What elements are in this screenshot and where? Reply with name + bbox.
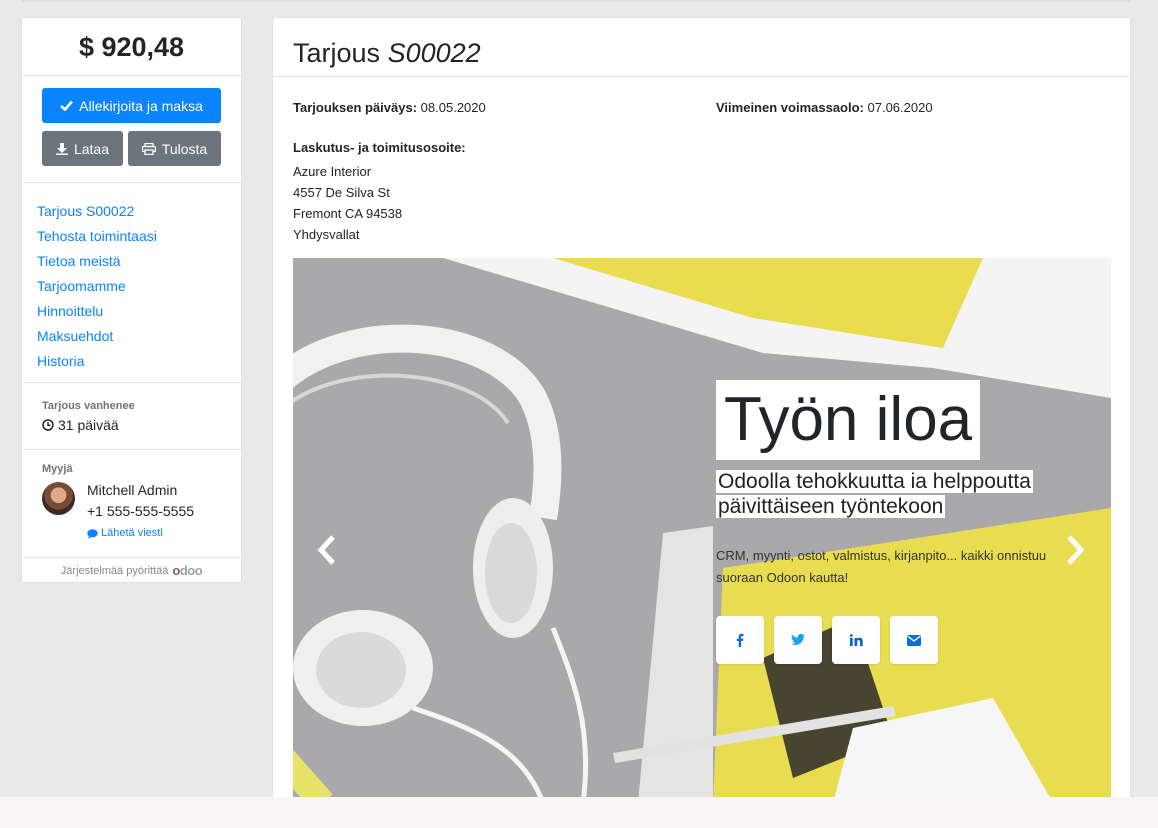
hero-title: Työn iloa bbox=[716, 380, 981, 460]
nav-item-boost[interactable]: Tehosta toimintaasi bbox=[37, 224, 226, 249]
nav-item-pricing[interactable]: Hinnoittelu bbox=[37, 299, 226, 324]
hero-subtitle-text: Odoolla tehokkuutta ia helppoutta päivit… bbox=[716, 470, 1033, 518]
quote-date: Tarjouksen päiväys: 08.05.2020 bbox=[293, 100, 486, 115]
powered-by: Järjestelmää pyörittää odoo bbox=[22, 558, 241, 578]
carousel-next-icon[interactable] bbox=[1061, 534, 1087, 571]
powered-by-text: Järjestelmää pyörittää bbox=[60, 564, 169, 577]
address-line: 4557 De Silva St bbox=[293, 185, 390, 200]
address-line: Yhdysvallat bbox=[293, 227, 360, 242]
download-label: Lataa bbox=[73, 140, 110, 157]
quote-date-value: 08.05.2020 bbox=[420, 100, 486, 115]
expiry-value: 31 päivää bbox=[58, 417, 119, 433]
print-button[interactable]: Tulosta bbox=[128, 131, 221, 166]
send-message-label: Lähetä viesti bbox=[101, 527, 163, 539]
quote-expiry: Viimeinen voimassaolo: 07.06.2020 bbox=[716, 100, 933, 115]
hero-background-image bbox=[293, 258, 1111, 803]
address-line: Fremont CA 94538 bbox=[293, 206, 403, 221]
sign-and-pay-label: Allekirjoita ja maksa bbox=[79, 97, 203, 114]
sidebar: $ 920,48 Allekirjoita ja maksa Lataa Tul… bbox=[21, 17, 242, 583]
quote-date-label: Tarjouksen päiväys: bbox=[293, 100, 418, 115]
action-buttons: Allekirjoita ja maksa Lataa Tulosta bbox=[22, 76, 241, 183]
clock-icon bbox=[42, 419, 54, 431]
comment-icon bbox=[87, 528, 98, 539]
quote-expiry-value: 07.06.2020 bbox=[867, 100, 933, 115]
hero-subtitle: Odoolla tehokkuutta ia helppoutta päivit… bbox=[716, 469, 1054, 519]
sign-and-pay-button[interactable]: Allekirjoita ja maksa bbox=[42, 88, 221, 123]
print-icon bbox=[141, 142, 156, 155]
download-icon bbox=[55, 142, 68, 155]
billing-address: Laskutus- ja toimitusosoite: Azure Inter… bbox=[293, 137, 466, 245]
nav-item-about[interactable]: Tietoa meistä bbox=[37, 249, 226, 274]
carousel-prev-icon[interactable] bbox=[315, 534, 341, 571]
download-button[interactable]: Lataa bbox=[42, 131, 123, 166]
seller-label: Myyjä bbox=[42, 463, 73, 475]
main-panel: Tarjous S00022 Tarjouksen päiväys: 08.05… bbox=[272, 17, 1131, 817]
hero-text: CRM, myynti, ostot, valmistus, kirjanpit… bbox=[716, 548, 1047, 585]
linkedin-icon[interactable] bbox=[832, 616, 880, 664]
facebook-icon[interactable] bbox=[716, 616, 764, 664]
quote-expiry-label: Viimeinen voimassaolo: bbox=[716, 100, 864, 115]
seller-name: Mitchell Admin bbox=[87, 482, 178, 498]
address-line: Azure Interior bbox=[293, 164, 372, 179]
seller-section: Myyjä Mitchell Admin +1 555-555-5555 Läh… bbox=[22, 450, 241, 558]
total-amount: $ 920,48 bbox=[22, 18, 241, 76]
odoo-logo[interactable]: odoo bbox=[172, 563, 202, 578]
page-title: Tarjous S00022 bbox=[273, 18, 1130, 77]
title-prefix: Tarjous bbox=[293, 38, 381, 68]
send-message-link[interactable]: Lähetä viesti bbox=[87, 523, 194, 544]
address-label: Laskutus- ja toimitusosoite: bbox=[293, 140, 466, 155]
quote-number: S00022 bbox=[387, 38, 481, 68]
check-icon bbox=[60, 100, 74, 111]
print-label: Tulosta bbox=[161, 140, 208, 157]
seller-phone: +1 555-555-5555 bbox=[87, 503, 195, 519]
expiry-section: Tarjous vanhenee 31 päivää bbox=[22, 383, 241, 450]
hero-carousel: Työn iloa Odoolla tehokkuutta ia helppou… bbox=[293, 258, 1111, 803]
top-strip bbox=[22, 0, 1130, 2]
expiry-label: Tarjous vanhenee bbox=[42, 400, 135, 412]
sidebar-nav: Tarjous S00022 Tehosta toimintaasi Tieto… bbox=[22, 183, 241, 383]
bottom-bar bbox=[0, 797, 1158, 828]
twitter-icon[interactable] bbox=[774, 616, 822, 664]
nav-item-history[interactable]: Historia bbox=[37, 349, 226, 374]
seller-avatar bbox=[42, 482, 75, 515]
email-icon[interactable] bbox=[890, 616, 938, 664]
nav-item-quote[interactable]: Tarjous S00022 bbox=[37, 199, 226, 224]
nav-item-offering[interactable]: Tarjoomamme bbox=[37, 274, 226, 299]
social-links bbox=[716, 616, 938, 664]
nav-item-payment-terms[interactable]: Maksuehdot bbox=[37, 324, 226, 349]
